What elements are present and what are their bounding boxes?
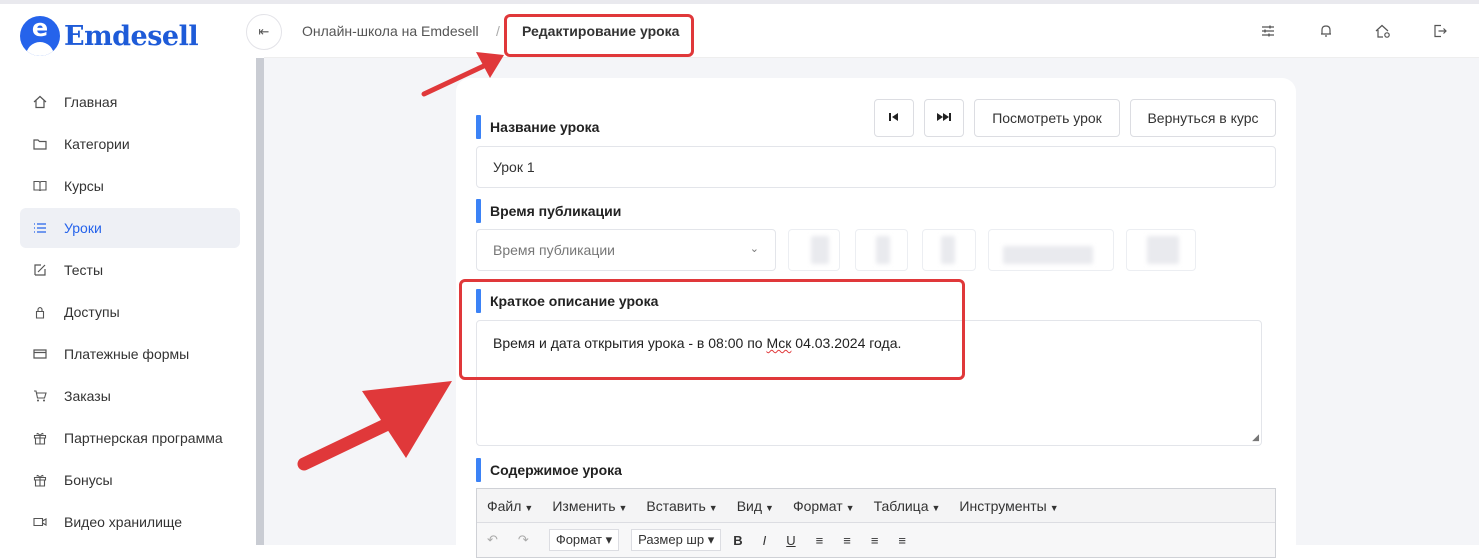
publish-year-field[interactable] (922, 229, 976, 271)
collapse-icon: ⇤ (258, 24, 270, 39)
sidebar-item-lessons[interactable]: Уроки (20, 208, 240, 248)
menu-table[interactable]: Таблица ▼ (874, 498, 941, 514)
redo-icon[interactable]: ↷ (518, 532, 529, 548)
sidebar-item-courses[interactable]: Курсы (20, 166, 240, 206)
logo-text: Emdesell (64, 20, 199, 52)
back-to-course-button[interactable]: Вернуться в курс (1130, 99, 1276, 137)
rich-text-editor: Файл ▼ Изменить ▼ Вставить ▼ Вид ▼ Формат ▼ Т… (476, 488, 1276, 558)
lesson-content-label: Содержимое урока (476, 458, 622, 482)
bold-icon[interactable]: B (733, 533, 742, 548)
gift-icon (32, 472, 48, 488)
prev-lesson-button[interactable] (874, 99, 914, 137)
skip-back-icon (888, 110, 900, 126)
sidebar-item-label: Бонусы (64, 472, 113, 488)
undo-icon[interactable]: ↶ (487, 532, 498, 548)
breadcrumb-parent[interactable]: Онлайн-школа на Emdesell (302, 23, 479, 39)
align-left-icon[interactable]: ≡ (816, 533, 824, 548)
editor-menubar: Файл ▼ Изменить ▼ Вставить ▼ Вид ▼ Формат ▼ Т… (477, 489, 1275, 523)
format-select[interactable]: Формат ▾ (548, 529, 620, 551)
card-icon (32, 346, 48, 362)
top-header: ⇤ Онлайн-школа на Emdesell / Редактирова… (246, 4, 1479, 58)
sidebar-item-label: Платежные формы (64, 346, 190, 362)
edit-icon (32, 262, 48, 278)
sidebar-item-label: Уроки (64, 220, 102, 236)
view-lesson-button[interactable]: Посмотреть урок (974, 99, 1120, 137)
menu-format[interactable]: Формат ▼ (793, 498, 855, 514)
logo-letter: e (31, 16, 49, 42)
menu-view[interactable]: Вид ▼ (737, 498, 774, 514)
align-center-icon[interactable]: ≡ (843, 533, 851, 548)
sliders-icon[interactable] (1257, 20, 1279, 42)
logo[interactable]: e Emdesell (20, 14, 199, 58)
sidebar-item-label: Заказы (64, 388, 111, 404)
logout-icon[interactable] (1429, 20, 1451, 42)
sidebar-scrollbar[interactable] (256, 58, 264, 545)
publish-time-label: Время публикации (476, 199, 621, 223)
sidebar-item-video-storage[interactable]: Видео хранилище (20, 502, 240, 542)
collapse-sidebar-button[interactable]: ⇤ (246, 14, 282, 50)
editor-toolbar: ↶ ↷ Формат ▾ Размер шр ▾ B I U ≡ ≡ ≡ ≡ (477, 523, 1275, 557)
lesson-title-input[interactable]: Урок 1 (476, 146, 1276, 188)
publish-extra-field[interactable] (1126, 229, 1196, 271)
lesson-title-label: Название урока (476, 115, 599, 139)
sidebar-item-home[interactable]: Главная (20, 82, 240, 122)
sidebar-item-label: Партнерская программа (64, 430, 223, 446)
font-size-select[interactable]: Размер шр ▾ (631, 529, 722, 551)
sidebar-item-tests[interactable]: Тесты (20, 250, 240, 290)
home-settings-icon[interactable] (1372, 20, 1394, 42)
sidebar-item-orders[interactable]: Заказы (20, 376, 240, 416)
sidebar-item-label: Курсы (64, 178, 104, 194)
publish-time-placeholder: Время публикации (493, 242, 616, 258)
description-highlight (459, 279, 965, 380)
italic-icon[interactable]: I (763, 533, 767, 548)
gift-icon (32, 430, 48, 446)
sidebar-item-label: Видео хранилище (64, 514, 183, 530)
align-right-icon[interactable]: ≡ (871, 533, 879, 548)
chevron-down-icon: ⌄ (749, 243, 759, 255)
home-icon (32, 94, 48, 110)
sidebar-item-access[interactable]: Доступы (20, 292, 240, 332)
next-lesson-button[interactable] (924, 99, 964, 137)
list-icon (32, 220, 48, 236)
menu-edit[interactable]: Изменить ▼ (552, 498, 627, 514)
underline-icon[interactable]: U (786, 533, 795, 548)
sidebar-item-label: Главная (64, 94, 118, 110)
breadcrumb-highlight (504, 14, 694, 57)
menu-tools[interactable]: Инструменты ▼ (959, 498, 1058, 514)
sidebar-nav: Главная Категории Курсы Уроки Тесты Дост… (20, 82, 240, 544)
sidebar-item-categories[interactable]: Категории (20, 124, 240, 164)
menu-insert[interactable]: Вставить ▼ (646, 498, 717, 514)
sidebar-item-label: Доступы (64, 304, 120, 320)
video-icon (32, 514, 48, 530)
folder-icon (32, 136, 48, 152)
lock-icon (32, 304, 48, 320)
sidebar-item-partner-program[interactable]: Партнерская программа (20, 418, 240, 458)
publish-time-select[interactable]: Время публикации ⌄ (476, 229, 776, 271)
publish-month-field[interactable] (855, 229, 908, 271)
publish-time-field[interactable] (988, 229, 1114, 271)
sidebar-item-label: Тесты (64, 262, 104, 278)
align-justify-icon[interactable]: ≡ (898, 533, 906, 548)
breadcrumb-separator: / (496, 23, 500, 39)
menu-file[interactable]: Файл ▼ (487, 498, 533, 514)
sidebar-item-label: Категории (64, 136, 130, 152)
cart-icon (32, 388, 48, 404)
sidebar-item-bonuses[interactable]: Бонусы (20, 460, 240, 500)
lesson-title-value: Урок 1 (493, 159, 535, 175)
bell-icon[interactable] (1315, 20, 1337, 42)
fast-forward-icon (936, 110, 952, 126)
sidebar-item-payment-forms[interactable]: Платежные формы (20, 334, 240, 374)
publish-day-field[interactable] (788, 229, 840, 271)
sidebar: e Emdesell Главная Категории Курсы Уроки… (0, 4, 256, 545)
logo-icon: e (20, 16, 60, 56)
resize-handle-icon[interactable]: ◢ (1252, 432, 1259, 443)
book-icon (32, 178, 48, 194)
